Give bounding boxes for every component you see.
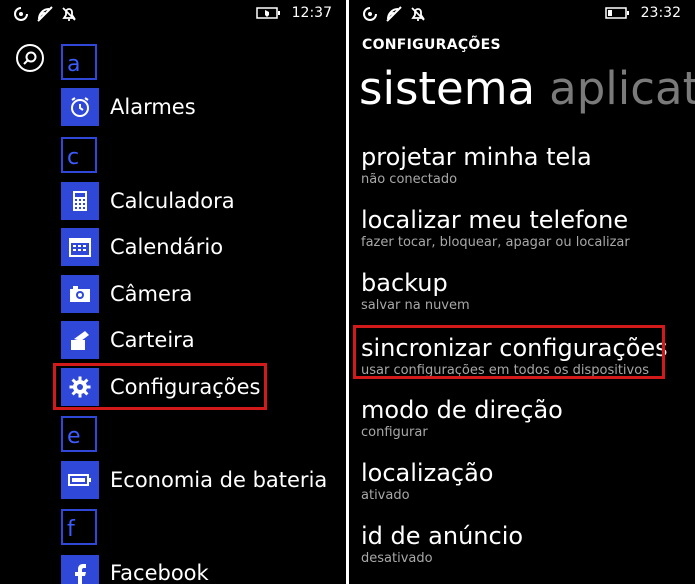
app-tile-carteira[interactable] xyxy=(61,321,99,359)
setting-item-modo-direcao[interactable]: modo de direção configurar xyxy=(361,396,695,441)
clock: 12:37 xyxy=(291,5,332,21)
battery-icon xyxy=(68,474,91,486)
app-label-carteira[interactable]: Carteira xyxy=(110,328,195,352)
setting-subtitle: configurar xyxy=(361,425,428,440)
pivot-header: sistema aplicat xyxy=(359,62,695,116)
calculator-icon xyxy=(73,191,87,211)
facebook-icon xyxy=(75,564,86,584)
wifi-off-icon xyxy=(386,6,402,22)
app-list-screen: 12:37 a Alarmes c Calculadora Calendário… xyxy=(0,0,346,584)
battery-saver-icon xyxy=(255,7,280,19)
app-label-facebook[interactable]: Facebook xyxy=(110,561,209,584)
search-icon xyxy=(23,51,37,65)
setting-subtitle: desativado xyxy=(361,551,433,566)
calendar-icon xyxy=(69,238,91,257)
status-bar: 23:32 xyxy=(349,0,695,30)
app-tile-facebook[interactable] xyxy=(61,555,99,584)
signal-icon xyxy=(363,7,377,21)
setting-title: id de anúncio xyxy=(361,522,524,550)
app-label-camera[interactable]: Câmera xyxy=(110,282,192,306)
letter-tile-f[interactable]: f xyxy=(61,509,97,545)
app-label-calendario[interactable]: Calendário xyxy=(110,235,223,259)
letter-tile-a[interactable]: a xyxy=(61,44,97,80)
letter-tile-c[interactable]: c xyxy=(61,137,97,173)
setting-item-id-anuncio[interactable]: id de anúncio desativado xyxy=(361,522,695,567)
search-button[interactable] xyxy=(16,44,44,72)
settings-screen: 23:32 CONFIGURAÇÕES sistema aplicat proje… xyxy=(349,0,695,584)
setting-title: modo de direção xyxy=(361,396,563,424)
signal-icon xyxy=(14,7,28,21)
app-label-calculadora[interactable]: Calculadora xyxy=(110,189,235,213)
setting-title: projetar minha tela xyxy=(361,143,592,171)
setting-item-projetar[interactable]: projetar minha tela não conectado xyxy=(361,143,695,188)
pivot-item-sistema[interactable]: sistema xyxy=(359,62,535,115)
page-title: CONFIGURAÇÕES xyxy=(362,37,501,53)
alarm-clock-icon xyxy=(71,97,89,117)
setting-title: backup xyxy=(361,269,448,297)
app-tile-economia-de-bateria[interactable] xyxy=(61,461,99,499)
setting-subtitle: fazer tocar, bloquear, apagar ou localiz… xyxy=(361,235,630,250)
app-tile-calendario[interactable] xyxy=(61,228,99,266)
status-bar: 12:37 xyxy=(0,0,346,30)
setting-subtitle: não conectado xyxy=(361,172,458,187)
setting-item-localizar-telefone[interactable]: localizar meu telefone fazer tocar, bloq… xyxy=(361,206,695,251)
quiet-hours-icon xyxy=(62,7,76,21)
highlight-box xyxy=(353,325,665,379)
pivot-item-aplicativos[interactable]: aplicat xyxy=(549,62,695,115)
wifi-off-icon xyxy=(37,6,53,22)
app-label-alarmes[interactable]: Alarmes xyxy=(110,95,196,119)
app-tile-alarmes[interactable] xyxy=(61,88,99,126)
setting-title: localizar meu telefone xyxy=(361,206,629,234)
setting-subtitle: ativado xyxy=(361,488,410,503)
quiet-hours-icon xyxy=(411,7,425,21)
camera-icon xyxy=(70,286,90,302)
app-tile-camera[interactable] xyxy=(61,275,99,313)
app-tile-calculadora[interactable] xyxy=(61,182,99,220)
clock: 23:32 xyxy=(640,5,681,21)
wallet-icon xyxy=(71,331,89,350)
highlight-box xyxy=(53,363,267,410)
setting-subtitle: salvar na nuvem xyxy=(361,298,470,313)
setting-title: localização xyxy=(361,459,494,487)
letter-tile-e[interactable]: e xyxy=(61,416,97,452)
setting-item-localizacao[interactable]: localização ativado xyxy=(361,459,695,504)
setting-item-backup[interactable]: backup salvar na nuvem xyxy=(361,269,695,314)
battery-icon xyxy=(604,7,629,19)
app-label-economia-de-bateria[interactable]: Economia de bateria xyxy=(110,468,327,492)
